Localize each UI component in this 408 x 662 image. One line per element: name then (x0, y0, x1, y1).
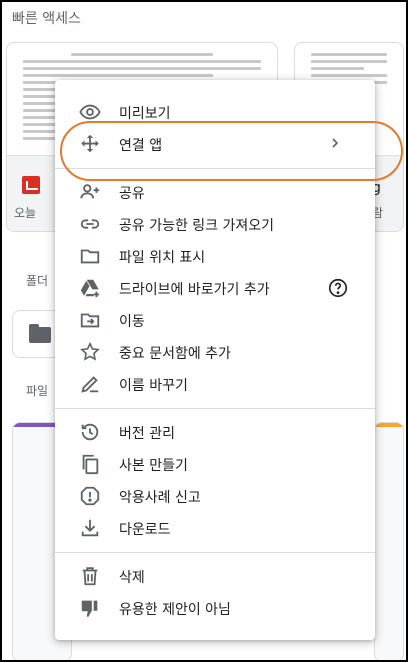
folder-outline-icon (79, 245, 101, 267)
menu-item-open-with[interactable]: 연결 앱 (55, 128, 375, 160)
document-type-icon (22, 176, 40, 194)
menu-item-make-copy[interactable]: 사본 만들기 (55, 448, 375, 480)
history-icon (79, 421, 101, 443)
folder-icon (29, 324, 51, 343)
thumb-down-icon (79, 597, 101, 619)
menu-item-label: 유용한 제안이 아님 (119, 602, 231, 618)
move-arrows-icon (79, 133, 101, 155)
menu-item-label: 사본 만들기 (119, 458, 188, 474)
menu-item-label: 이름 바꾸기 (119, 378, 188, 394)
menu-item-download[interactable]: 다운로드 (55, 512, 375, 544)
menu-item-label: 이동 (119, 314, 145, 330)
menu-item-label: 중요 문서함에 추가 (119, 346, 231, 362)
menu-item-label: 버전 관리 (119, 426, 175, 442)
file-card-bottom-right[interactable] (374, 422, 404, 662)
eye-icon (79, 101, 101, 123)
menu-item-label: 삭제 (119, 570, 145, 586)
folders-heading: 폴더 (26, 274, 49, 288)
menu-item-remove[interactable]: 삭제 (55, 560, 375, 592)
menu-item-share[interactable]: 공유 (55, 176, 375, 208)
quick-access-title: 빠른 액세스 (12, 11, 81, 27)
card-accent-bar (375, 423, 403, 427)
menu-divider (55, 168, 375, 169)
download-icon (79, 517, 101, 539)
menu-divider (55, 408, 375, 409)
trash-icon (79, 565, 101, 587)
help-icon[interactable] (327, 277, 349, 299)
copy-icon (79, 453, 101, 475)
menu-item-add-shortcut[interactable]: 드라이브에 바로가기 추가 (55, 272, 375, 304)
report-icon (79, 485, 101, 507)
menu-item-label: 다운로드 (119, 522, 171, 538)
menu-item-get-link[interactable]: 공유 가능한 링크 가져오기 (55, 208, 375, 240)
chevron-right-icon (325, 133, 345, 153)
card-meta: 오늘 (14, 206, 37, 220)
link-icon (79, 213, 101, 235)
menu-item-rename[interactable]: 이름 바꾸기 (55, 368, 375, 400)
menu-item-label: 파일 위치 표시 (119, 250, 206, 266)
menu-item-manage-versions[interactable]: 버전 관리 (55, 416, 375, 448)
menu-item-report-abuse[interactable]: 악용사례 신고 (55, 480, 375, 512)
context-menu: 미리보기 연결 앱 공유 공유 가능한 링크 가져오기 파일 위치 표시 드라이… (55, 80, 375, 640)
menu-item-not-helpful[interactable]: 유용한 제안이 아님 (55, 592, 375, 624)
files-heading: 파일 (26, 384, 49, 398)
move-to-folder-icon (79, 309, 101, 331)
menu-item-preview[interactable]: 미리보기 (55, 96, 375, 128)
pencil-icon (79, 373, 101, 395)
menu-item-label: 공유 (119, 186, 145, 202)
menu-item-move[interactable]: 이동 (55, 304, 375, 336)
person-add-icon (79, 181, 101, 203)
menu-divider (55, 552, 375, 553)
menu-item-add-starred[interactable]: 중요 문서함에 추가 (55, 336, 375, 368)
menu-item-label: 연결 앱 (119, 138, 163, 154)
menu-item-label: 공유 가능한 링크 가져오기 (119, 218, 275, 234)
menu-item-label: 드라이브에 바로가기 추가 (119, 282, 270, 298)
menu-item-label: 미리보기 (119, 106, 171, 122)
menu-item-label: 악용사례 신고 (119, 490, 201, 506)
drive-add-icon (79, 277, 101, 299)
menu-item-show-location[interactable]: 파일 위치 표시 (55, 240, 375, 272)
star-icon (79, 341, 101, 363)
